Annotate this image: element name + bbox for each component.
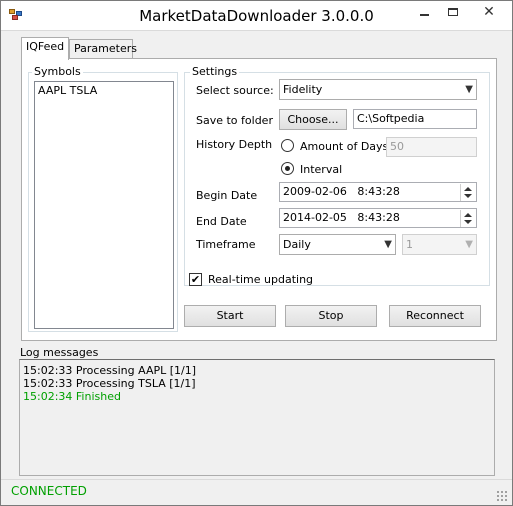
app-window: MarketDataDownloader 3.0.0.0 ✕ IQFeed Pa… xyxy=(0,0,513,506)
timeframe-count-value: 1 xyxy=(406,238,413,251)
folder-label: Save to folder xyxy=(196,114,273,127)
timeframe-label: Timeframe xyxy=(196,238,256,251)
interval-radio[interactable] xyxy=(281,162,294,175)
realtime-checkbox[interactable]: ✔ xyxy=(189,273,202,286)
end-date-value: 2014-02-05 8:43:28 xyxy=(283,211,400,224)
symbols-input[interactable]: AAPL TSLA xyxy=(34,81,174,329)
history-depth-label: History Depth xyxy=(196,138,273,151)
tab-parameters[interactable]: Parameters xyxy=(69,39,137,59)
log-messages[interactable]: 15:02:33 Processing AAPL [1/1] 15:02:33 … xyxy=(19,359,495,476)
begin-date-value: 2009-02-06 8:43:28 xyxy=(283,185,400,198)
symbols-group-label: Symbols xyxy=(32,65,83,78)
maximize-button[interactable] xyxy=(439,2,466,22)
source-value: Fidelity xyxy=(283,83,323,96)
end-date-label: End Date xyxy=(196,215,247,228)
minimize-icon xyxy=(420,14,429,16)
chevron-down-icon: ▼ xyxy=(465,84,473,95)
close-icon: ✕ xyxy=(483,4,495,20)
end-date-spinner[interactable] xyxy=(460,210,475,227)
spin-up-icon xyxy=(464,187,472,191)
resize-grip-icon[interactable] xyxy=(496,490,508,502)
spin-up-icon xyxy=(464,213,472,217)
log-line: 15:02:33 Processing TSLA [1/1] xyxy=(23,377,196,390)
interval-label: Interval xyxy=(300,163,343,176)
folder-field[interactable]: C:\Softpedia xyxy=(353,109,477,129)
minimize-button[interactable] xyxy=(411,2,438,22)
log-line: 15:02:33 Processing AAPL [1/1] xyxy=(23,364,197,377)
symbols-text: AAPL TSLA xyxy=(38,84,98,97)
spin-down-icon xyxy=(464,194,472,198)
amount-of-days-label: Amount of Days xyxy=(300,140,389,153)
timeframe-count-select[interactable]: 1 ▼ xyxy=(402,234,477,255)
end-date-picker[interactable]: 2014-02-05 8:43:28 xyxy=(279,208,477,228)
realtime-label: Real-time updating xyxy=(208,273,314,286)
amount-of-days-radio[interactable] xyxy=(281,139,294,152)
timeframe-value: Daily xyxy=(283,238,311,251)
title-bar[interactable]: MarketDataDownloader 3.0.0.0 ✕ xyxy=(1,1,512,31)
spin-down-icon xyxy=(464,220,472,224)
tab-panel-iqfeed: Symbols AAPL TSLA Settings Select source… xyxy=(21,58,497,341)
begin-date-label: Begin Date xyxy=(196,189,258,202)
log-label: Log messages xyxy=(20,346,99,359)
log-line: 15:02:34 Finished xyxy=(23,390,121,403)
radio-selected-dot xyxy=(285,166,290,171)
close-button[interactable]: ✕ xyxy=(467,2,511,22)
connection-status: CONNECTED xyxy=(11,484,87,498)
reconnect-button[interactable]: Reconnect xyxy=(389,305,481,327)
chevron-down-icon: ▼ xyxy=(384,239,392,250)
stop-button[interactable]: Stop xyxy=(285,305,377,327)
source-label: Select source: xyxy=(196,84,274,97)
source-select[interactable]: Fidelity ▼ xyxy=(279,79,477,100)
chevron-down-icon: ▼ xyxy=(465,239,473,250)
amount-of-days-field[interactable]: 50 xyxy=(386,137,477,157)
checkmark-icon: ✔ xyxy=(190,273,201,286)
tab-iqfeed[interactable]: IQFeed xyxy=(21,37,69,60)
maximize-icon xyxy=(447,8,458,16)
status-bar: CONNECTED xyxy=(1,479,512,505)
begin-date-picker[interactable]: 2009-02-06 8:43:28 xyxy=(279,182,477,202)
start-button[interactable]: Start xyxy=(184,305,276,327)
choose-folder-button[interactable]: Choose... xyxy=(279,109,347,130)
timeframe-select[interactable]: Daily ▼ xyxy=(279,234,396,255)
begin-date-spinner[interactable] xyxy=(460,184,475,201)
settings-group-label: Settings xyxy=(190,65,240,78)
